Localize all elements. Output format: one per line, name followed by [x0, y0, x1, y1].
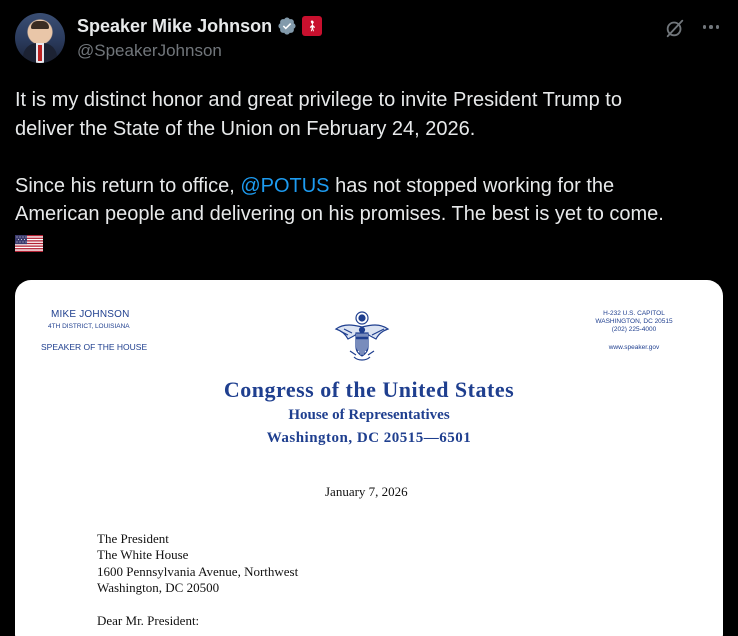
mention-link[interactable]: @POTUS — [240, 175, 329, 197]
letterhead-address-2: WASHINGTON, DC 20515 — [595, 318, 673, 325]
letterhead-subheading: House of Representatives — [288, 407, 450, 423]
letterhead-heading: Congress of the United States — [223, 377, 515, 402]
letterhead-phone: (202) 225-4000 — [611, 326, 657, 333]
address-line: 1600 Pennsylvania Avenue, Northwest — [97, 563, 299, 579]
avatar[interactable] — [15, 13, 65, 63]
verified-icon[interactable] — [277, 16, 297, 36]
tweet-line: deliver the State of the Union on Februa… — [15, 117, 476, 140]
more-icon[interactable] — [700, 16, 722, 38]
attached-image-letter[interactable]: MIKE JOHNSON 4TH DISTRICT, LOUISIANA SPE… — [15, 280, 723, 636]
letterhead-name: MIKE JOHNSON — [51, 309, 130, 320]
author-display-name[interactable]: Speaker Mike Johnson — [77, 16, 272, 37]
letter-recipient-address: The President The White House 1600 Penns… — [97, 531, 298, 596]
author-name-row: Speaker Mike Johnson — [77, 15, 323, 37]
address-line: The White House — [97, 547, 189, 563]
letterhead-district: 4TH DISTRICT, LOUISIANA — [48, 323, 130, 330]
tweet-line: It is my distinct honor and great privil… — [15, 89, 622, 111]
letter-date: January 7, 2026 — [325, 484, 408, 499]
letterhead-city: Washington, DC 20515—6501 — [266, 430, 472, 446]
address-line: The President — [97, 531, 169, 546]
tweet-text-segment: Since his return to office, — [15, 174, 241, 197]
tweet-paragraph-2: Since his return to office, @POTUS has n… — [15, 172, 727, 259]
grok-icon[interactable] — [664, 17, 686, 39]
address-line: Washington, DC 20500 — [97, 579, 220, 595]
letterhead-address-1: H-232 U.S. CAPITOL — [603, 310, 665, 317]
affiliate-badge-icon[interactable] — [302, 16, 323, 36]
letterhead-website: www.speaker.gov — [608, 344, 660, 351]
letterhead-right: H-232 U.S. CAPITOL WASHINGTON, DC 20515 … — [579, 310, 689, 352]
tweet: Speaker Mike Johnson @SpeakerJohnson It … — [0, 0, 738, 636]
eagle-seal-icon — [334, 311, 390, 361]
tweet-line: American people and delivering on his pr… — [15, 203, 664, 225]
us-flag-icon — [15, 234, 43, 252]
tweet-paragraph-1: It is my distinct honor and great privil… — [15, 86, 727, 143]
letterhead-left: MIKE JOHNSON 4TH DISTRICT, LOUISIANA SPE… — [41, 309, 147, 352]
tweet-text-segment: has not stopped working for the — [329, 174, 615, 197]
letter-salutation: Dear Mr. President: — [97, 613, 200, 628]
letterhead-title: SPEAKER OF THE HOUSE — [41, 342, 148, 352]
author-handle[interactable]: @SpeakerJohnson — [77, 41, 222, 61]
tweet-text: It is my distinct honor and great privil… — [15, 86, 727, 258]
